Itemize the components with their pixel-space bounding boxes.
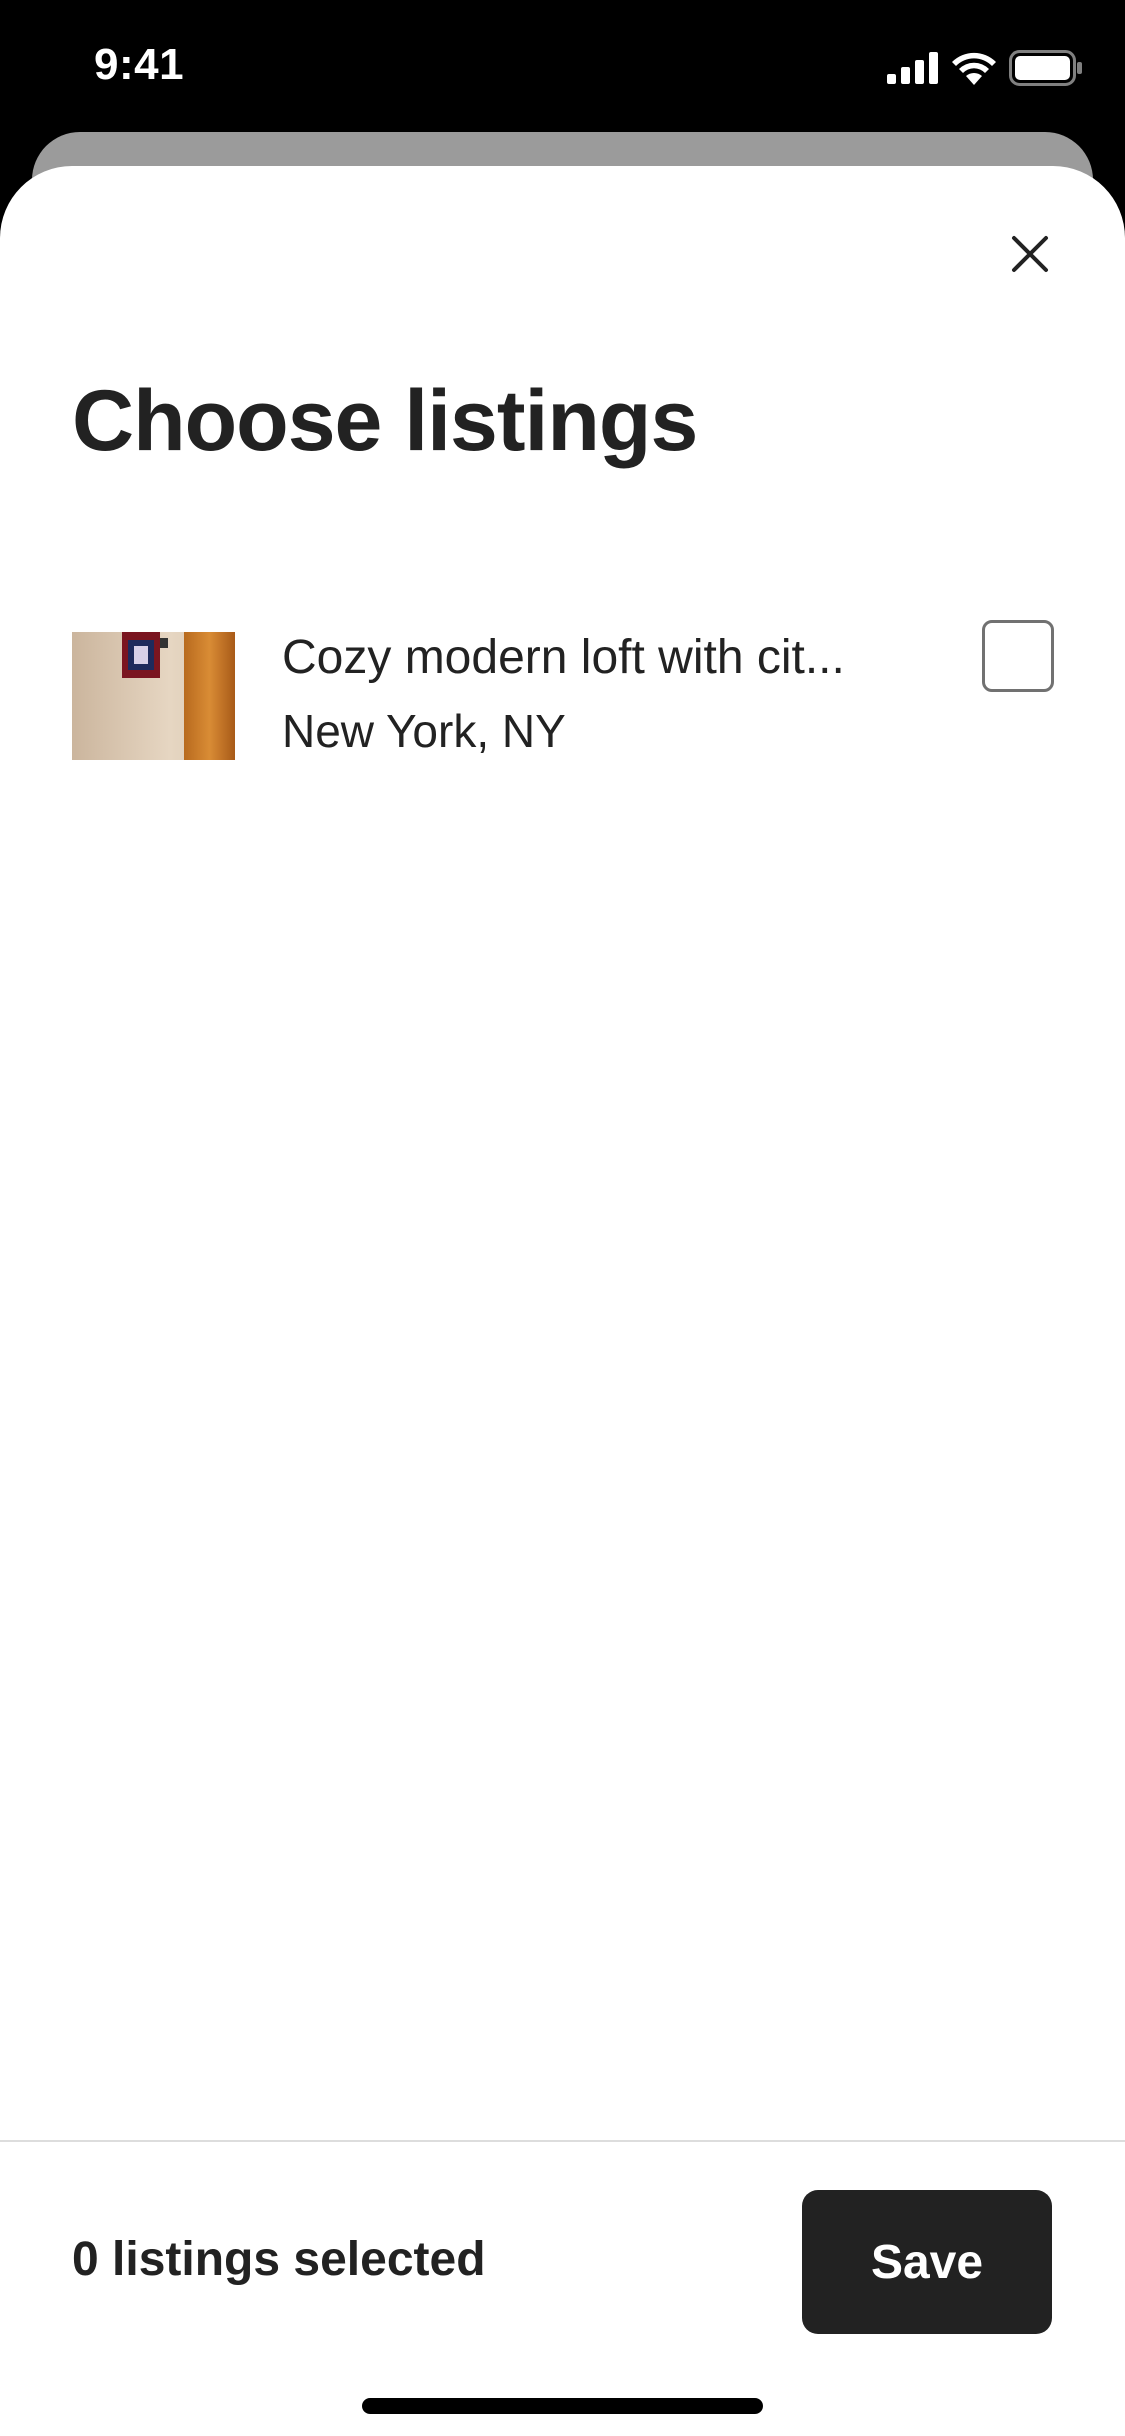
battery-icon [1009,49,1083,91]
close-icon [1012,236,1048,272]
status-bar: 9:41 [0,0,1125,140]
close-button[interactable] [1000,224,1060,284]
footer-divider [0,2140,1125,2142]
status-time: 9:41 [94,40,185,89]
save-button[interactable]: Save [802,2190,1052,2334]
signal-icon [887,51,939,89]
listing-thumbnail [72,632,235,760]
selected-count: 0 listings selected [72,2233,486,2286]
wifi-icon [951,51,997,90]
status-icons [887,49,1083,91]
listing-location: New York, NY [282,705,566,757]
modal-sheet [0,166,1125,2436]
listing-title: Cozy modern loft with cit... [282,631,845,684]
listing-item[interactable]: Cozy modern loft with cit... New York, N… [72,620,1057,760]
page-title: Choose listings [72,373,698,469]
listing-checkbox[interactable] [982,620,1054,692]
home-indicator [362,2398,763,2414]
